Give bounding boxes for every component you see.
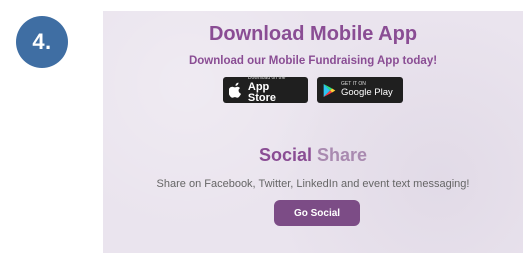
page: 4. Download Mobile App Download our Mobi… (0, 0, 531, 253)
social-title-first: Social (258, 145, 317, 165)
google-play-text: GET IT ON Google Play (341, 82, 393, 98)
go-social-button[interactable]: Go Social (274, 200, 360, 226)
social-title-second: Share (317, 145, 368, 165)
social-share-subtitle: Share on Facebook, Twitter, LinkedIn and… (156, 178, 470, 190)
download-app-subtitle: Download our Mobile Fundraising App toda… (188, 55, 438, 67)
google-play-label: Google Play (341, 87, 393, 99)
google-play-icon (323, 83, 336, 97)
apple-icon (229, 82, 242, 98)
app-store-text: Download on the App Store (248, 76, 300, 104)
app-store-label: App Store (247, 81, 276, 104)
social-share-title: Social Share (103, 145, 523, 166)
step-number-badge: 4. (16, 16, 68, 68)
google-play-button[interactable]: GET IT ON Google Play (317, 77, 403, 103)
promo-panel: Download Mobile App Download our Mobile … (103, 11, 523, 253)
download-app-title: Download Mobile App (208, 23, 418, 45)
store-badges: Download on the App Store GET IT ON Goog… (103, 76, 523, 104)
step-number: 4. (32, 29, 52, 54)
app-store-button[interactable]: Download on the App Store (223, 76, 308, 104)
